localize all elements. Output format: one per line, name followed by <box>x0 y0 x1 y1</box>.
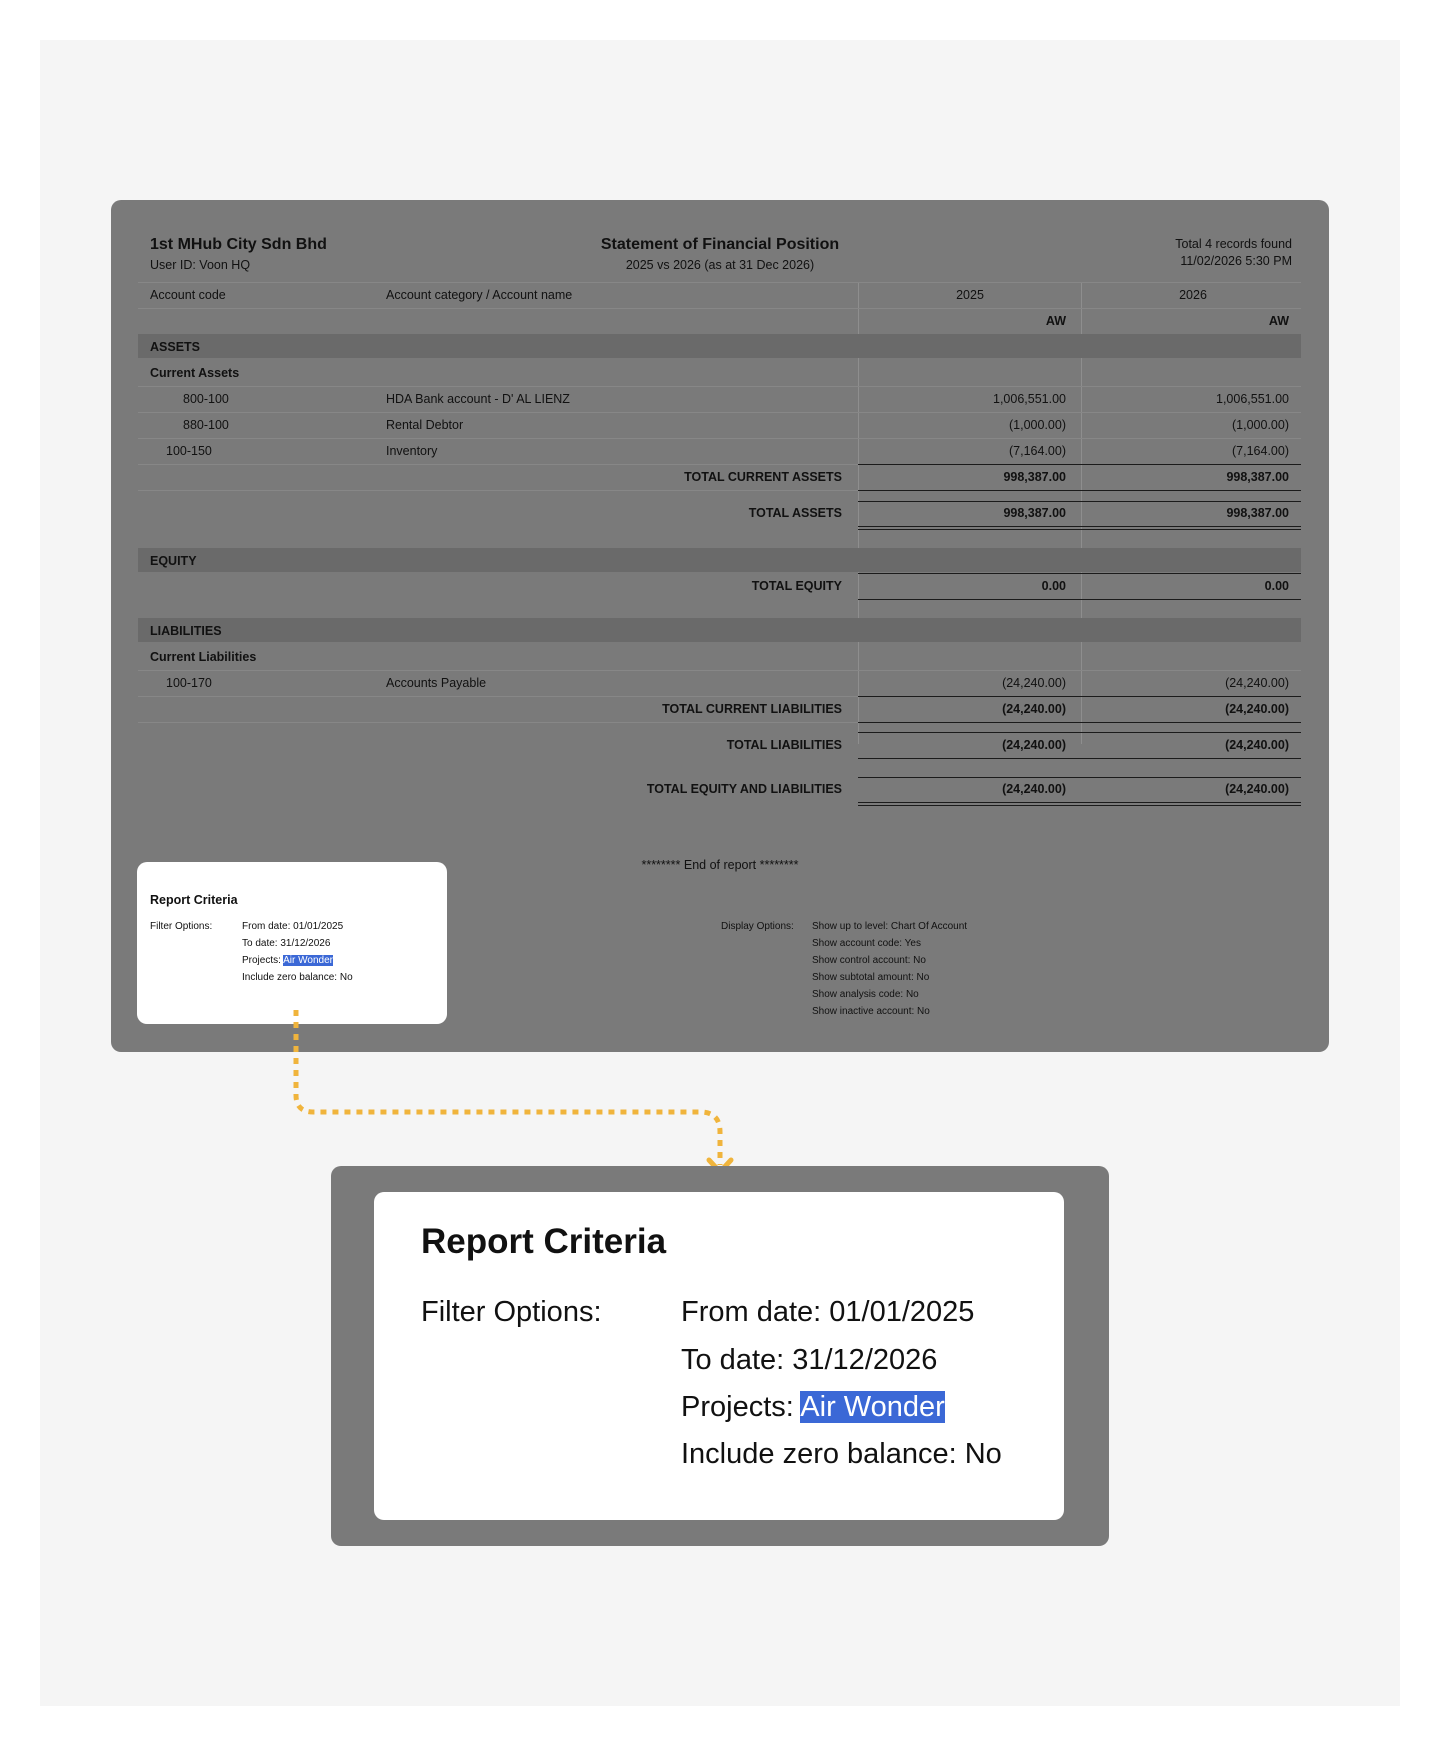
zoom-to-date: To date: 31/12/2026 <box>681 1344 938 1376</box>
zoom-criteria-title: Report Criteria <box>421 1222 667 1261</box>
zoomed-criteria-card: Report Criteria Filter Options: From dat… <box>374 1192 1064 1520</box>
zoom-filter-options-label: Filter Options: <box>421 1296 602 1328</box>
zoom-projects-label: Projects: <box>681 1391 801 1423</box>
zoom-zero-balance: Include zero balance: No <box>681 1438 1002 1470</box>
zoomed-criteria-frame: Report Criteria Filter Options: From dat… <box>331 1166 1109 1546</box>
zoom-projects-value-highlight: Air Wonder <box>800 1391 945 1423</box>
zoom-from-date: From date: 01/01/2025 <box>681 1296 975 1328</box>
zoom-projects-filter: Projects: Air Wonder <box>681 1391 945 1424</box>
